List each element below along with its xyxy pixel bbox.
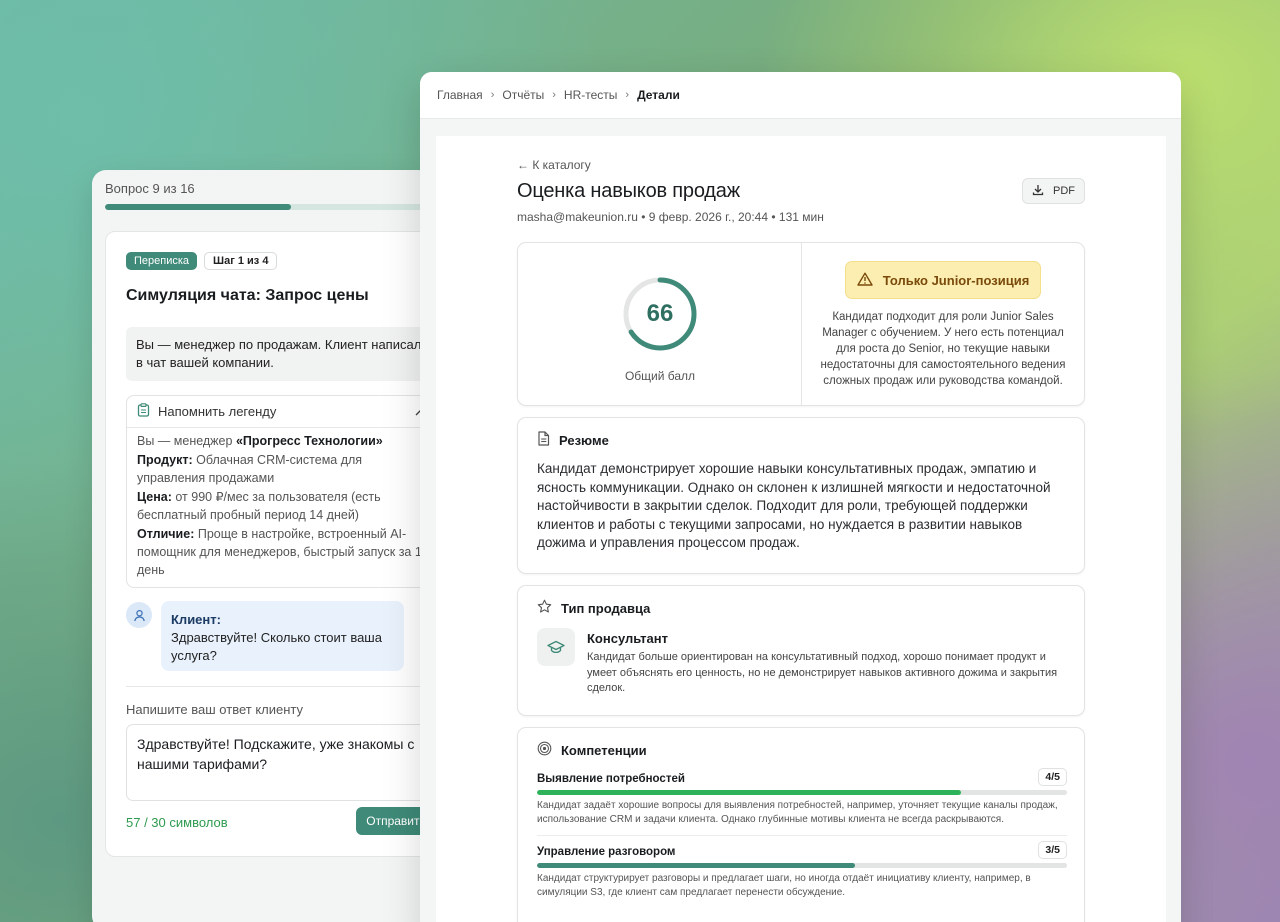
back-to-catalog-link[interactable]: ← К каталогу — [517, 158, 591, 172]
legend-product-label: Продукт: — [137, 453, 193, 467]
legend-price-value: от 990 ₽/мес за пользователя (есть беспл… — [137, 490, 381, 522]
page-title: Оценка навыков продаж — [517, 180, 740, 202]
user-icon — [126, 602, 152, 628]
type-badge: Переписка — [126, 252, 198, 270]
score-panel: 66 Общий балл Только Junior-позиция Канд… — [517, 242, 1085, 406]
char-counter: 57 / 30 символов — [126, 815, 228, 830]
competencies-title: Компетенции — [561, 742, 647, 758]
client-text: Здравствуйте! Сколько стоит ваша услуга? — [171, 630, 382, 663]
graduation-cap-icon — [537, 628, 575, 666]
report-window: Главная › Отчёты › HR-тесты › Детали ← К… — [420, 72, 1181, 922]
chevron-right-icon: › — [490, 89, 495, 101]
competency-desc: Кандидат структурирует разговоры и предл… — [537, 873, 1031, 898]
chevron-right-icon: › — [552, 89, 556, 101]
seller-type-panel: Тип продавца Консультант Кандидат больше… — [517, 585, 1085, 716]
competency-name: Выявление потребностей — [537, 773, 685, 785]
seller-type-desc: Кандидат больше ориентирован на консульт… — [587, 651, 1058, 694]
competency-score: 4/5 — [1038, 768, 1067, 786]
competency-bar-fill — [537, 863, 855, 868]
report-content: ← К каталогу Оценка навыков продаж masha… — [436, 136, 1166, 922]
target-icon — [537, 741, 552, 759]
step-badge: Шаг 1 из 4 — [204, 252, 278, 270]
quiz-panel: Вопрос 9 из 16 Переписка Шаг 1 из 4 Симу… — [92, 170, 432, 922]
breadcrumb: Главная › Отчёты › HR-тесты › Детали — [420, 72, 1181, 119]
competency-name: Управление разговором — [537, 846, 676, 858]
client-bubble: Клиент: Здравствуйте! Сколько стоит ваша… — [161, 601, 404, 671]
competency-item: Выявление потребностей 4/5 Кандидат зада… — [537, 768, 1067, 826]
reply-label: Напишите ваш ответ клиенту — [126, 702, 304, 717]
breadcrumb-current: Детали — [637, 88, 680, 102]
divider — [537, 835, 1067, 836]
seller-type-header: Тип продавца — [537, 599, 650, 617]
clipboard-icon — [137, 403, 150, 420]
report-meta: masha@makeunion.ru • 9 февр. 2026 г., 20… — [517, 210, 824, 224]
legend-line-prefix: Вы — менеджер — [137, 434, 236, 448]
legend-price-label: Цена: — [137, 490, 172, 504]
seller-type-name: Консультант — [587, 631, 668, 646]
verdict-text: Кандидат подходит для роли Junior Sales … — [820, 311, 1066, 387]
competencies-header: Компетенции — [537, 741, 647, 759]
badges: Переписка Шаг 1 из 4 — [126, 252, 278, 270]
download-icon — [1032, 184, 1044, 199]
competency-item: Управление разговором 3/5 Кандидат струк… — [537, 841, 1067, 899]
chevron-right-icon: › — [625, 89, 630, 101]
legend-toggle[interactable]: Напомнить легенду — [127, 396, 432, 428]
document-icon — [537, 431, 550, 449]
score-label: Общий балл — [624, 369, 696, 383]
competencies-panel: Компетенции Выявление потребностей 4/5 К… — [517, 727, 1085, 922]
pdf-label: PDF — [1053, 185, 1075, 197]
legend-body: Вы — менеджер «Прогресс Технологии» Прод… — [127, 428, 432, 584]
reply-input[interactable]: Здравствуйте! Подскажите, уже знакомы с … — [126, 724, 432, 801]
breadcrumb-reports[interactable]: Отчёты — [502, 88, 544, 102]
seller-type-title: Тип продавца — [561, 600, 651, 616]
warning-icon — [857, 272, 873, 289]
legend-company: «Прогресс Технологии» — [235, 434, 383, 448]
score-value: 66 — [646, 300, 674, 327]
legend-toggle-label: Напомнить легенду — [158, 404, 277, 419]
competency-bar — [537, 790, 1067, 795]
quiz-progress-fill — [105, 204, 291, 210]
question-card: Переписка Шаг 1 из 4 Симуляция чата: Зап… — [105, 231, 432, 857]
breadcrumb-hr-tests[interactable]: HR-тесты — [564, 88, 617, 102]
question-counter: Вопрос 9 из 16 — [105, 181, 195, 196]
breadcrumb-home[interactable]: Главная — [437, 88, 483, 102]
competency-desc: Кандидат задаёт хорошие вопросы для выяв… — [537, 800, 1058, 825]
star-icon — [537, 599, 552, 617]
quiz-progress-bar — [105, 204, 432, 210]
resume-header: Резюме — [537, 431, 609, 449]
resume-title: Резюме — [559, 432, 609, 448]
simulation-title: Симуляция чата: Запрос цены — [126, 287, 369, 304]
competency-bar-fill — [537, 790, 961, 795]
intro-text: Вы — менеджер по продажам. Клиент написа… — [126, 327, 432, 381]
resume-panel: Резюме Кандидат демонстрирует хорошие на… — [517, 417, 1085, 574]
divider — [126, 686, 432, 687]
score-section: 66 Общий балл — [518, 243, 802, 405]
legend-box: Напомнить легенду Вы — менеджер «Прогрес… — [126, 395, 432, 588]
pdf-download-button[interactable]: PDF — [1022, 178, 1085, 204]
legend-diff-label: Отличие: — [137, 527, 195, 541]
verdict-label: Только Junior-позиция — [882, 272, 1030, 288]
competency-score: 3/5 — [1038, 841, 1067, 859]
resume-text: Кандидат демонстрирует хорошие навыки ко… — [537, 461, 1051, 551]
client-name: Клиент: — [171, 612, 221, 627]
verdict-badge: Только Junior-позиция — [845, 261, 1041, 299]
competency-bar — [537, 863, 1067, 868]
client-message: Клиент: Здравствуйте! Сколько стоит ваша… — [126, 601, 404, 671]
